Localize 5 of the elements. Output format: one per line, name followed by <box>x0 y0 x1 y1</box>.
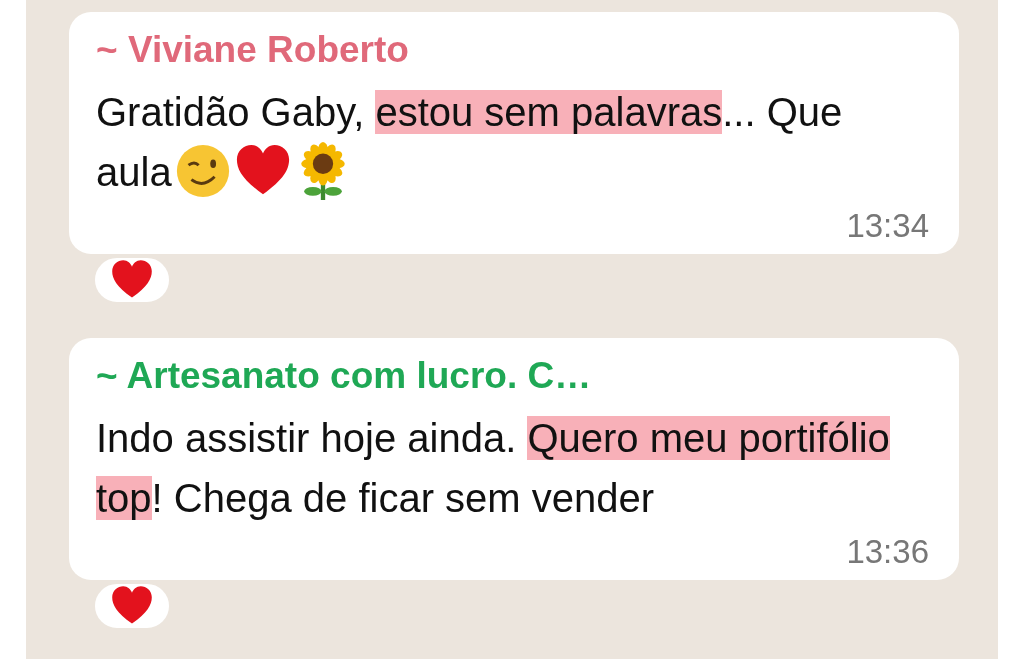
sender-name: ~ Artesanato com lucro. C… <box>96 354 593 398</box>
message-text: Indo assistir hoje ainda. Quero meu portifólio top! Chega de ficar sem vender <box>96 415 891 522</box>
sender-name: ~ Viviane Roberto <box>96 28 410 72</box>
message-time: 13:34 <box>846 206 929 246</box>
message-time: 13:36 <box>846 532 929 572</box>
